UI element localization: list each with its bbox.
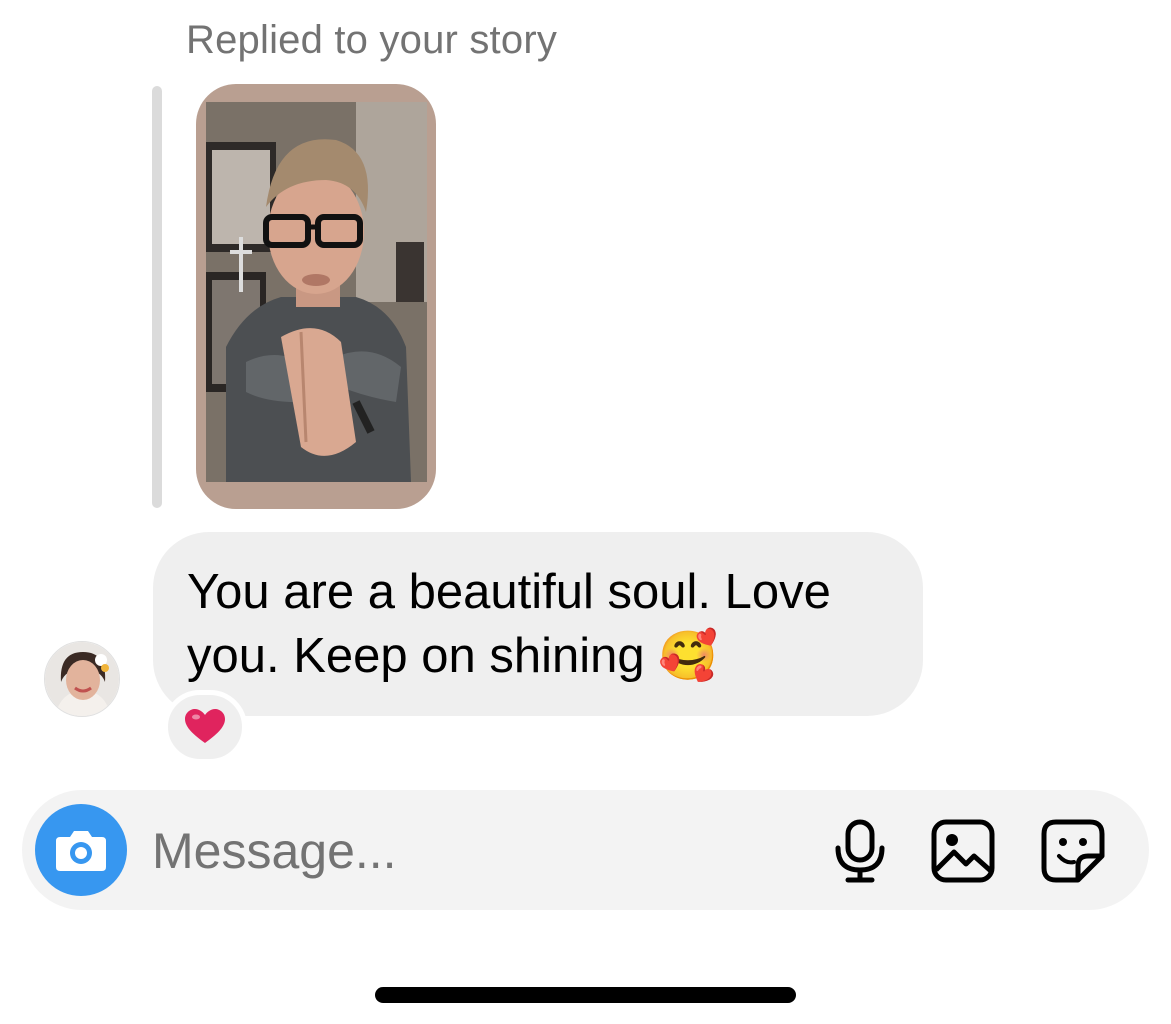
sticker-icon xyxy=(1041,819,1105,883)
story-thumbnail[interactable] xyxy=(196,84,436,509)
message-input[interactable] xyxy=(152,820,792,882)
dm-thread-screen: Replied to your story You are a beautifu… xyxy=(0,0,1171,1024)
message-composer xyxy=(22,790,1149,910)
story-image xyxy=(206,102,427,482)
camera-icon xyxy=(56,831,106,871)
message-text: You are a beautiful soul. Love you. Keep… xyxy=(187,565,831,683)
microphone-icon xyxy=(835,819,885,883)
replied-to-story-label: Replied to your story xyxy=(186,18,558,62)
message-reaction[interactable] xyxy=(163,690,247,764)
gallery-button[interactable] xyxy=(930,818,996,884)
sender-avatar[interactable] xyxy=(44,641,120,717)
home-indicator[interactable] xyxy=(375,987,796,1003)
sticker-button[interactable] xyxy=(1040,818,1106,884)
image-icon xyxy=(931,819,995,883)
microphone-button[interactable] xyxy=(827,818,893,884)
message-bubble[interactable]: You are a beautiful soul. Love you. Keep… xyxy=(153,532,923,716)
reply-quote-bar xyxy=(152,86,162,508)
smiling-hearts-emoji: 🥰 xyxy=(658,630,719,683)
camera-button[interactable] xyxy=(35,804,127,896)
avatar-image xyxy=(45,642,119,716)
heart-reaction-icon xyxy=(185,709,225,743)
